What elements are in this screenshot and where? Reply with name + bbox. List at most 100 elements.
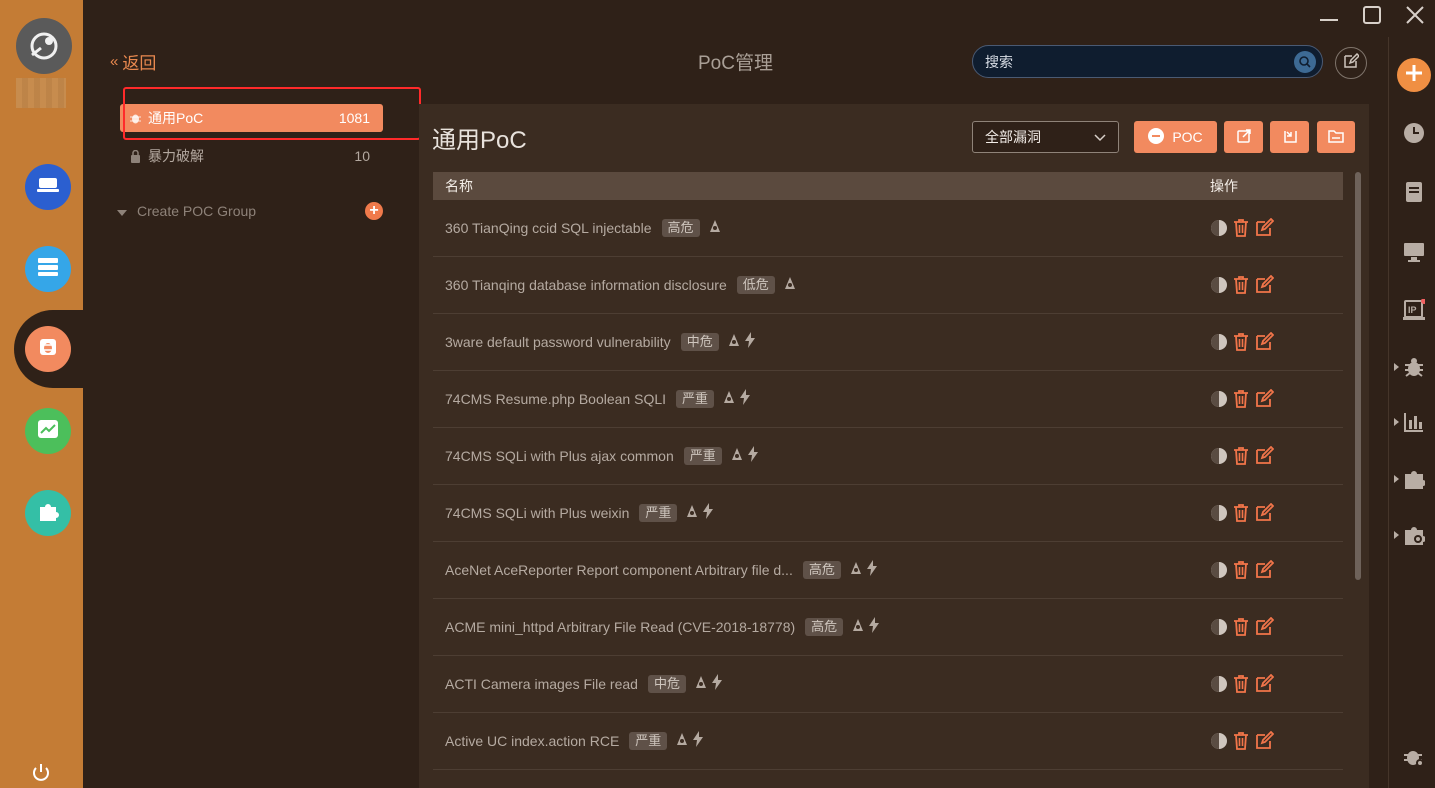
bar-chart-icon[interactable] xyxy=(1402,410,1426,434)
row-actions xyxy=(1210,445,1275,471)
folder-button[interactable] xyxy=(1317,121,1355,153)
search-input[interactable] xyxy=(985,53,1294,70)
delete-icon[interactable] xyxy=(1231,731,1251,756)
delete-icon[interactable] xyxy=(1231,560,1251,585)
severity-badge: 高危 xyxy=(805,618,844,636)
table-row[interactable]: ACME mini_httpd Arbitrary File Read (CVE… xyxy=(433,599,1343,656)
edit-icon[interactable] xyxy=(1254,559,1275,585)
vuln-bug-icon[interactable] xyxy=(1402,355,1426,379)
severity-badge: 严重 xyxy=(676,390,715,408)
table-row[interactable]: 74CMS SQLi with Plus weixin 严重 xyxy=(433,485,1343,542)
rail-assets-button[interactable] xyxy=(25,246,71,292)
search-bar[interactable] xyxy=(972,45,1323,78)
delete-icon[interactable] xyxy=(1231,674,1251,699)
minimize-icon xyxy=(1320,8,1338,26)
expand-arrow-icon[interactable] xyxy=(1394,418,1399,426)
import-button[interactable] xyxy=(1270,121,1309,153)
table-row[interactable]: Active UC index.action RCE 严重 xyxy=(433,713,1343,770)
table-scrollbar[interactable] xyxy=(1355,172,1361,580)
server-list-icon xyxy=(37,257,59,282)
back-button[interactable]: « 返回 xyxy=(110,49,156,74)
history-icon[interactable] xyxy=(1402,121,1426,145)
minimize-button[interactable] xyxy=(1316,6,1342,28)
close-button[interactable] xyxy=(1402,5,1428,28)
rail-dashboard-button[interactable] xyxy=(25,164,71,210)
expand-arrow-icon[interactable] xyxy=(1394,475,1399,483)
column-name: 名称 xyxy=(445,178,473,194)
edit-icon[interactable] xyxy=(1254,331,1275,357)
run-toggle-icon[interactable] xyxy=(1210,219,1228,242)
maximize-button[interactable] xyxy=(1359,5,1385,28)
table-row[interactable]: 3ware default password vulnerability 中危 xyxy=(433,314,1343,371)
add-poc-button[interactable]: POC xyxy=(1134,121,1217,153)
debug-bug-icon[interactable] xyxy=(1402,745,1426,769)
edit-icon[interactable] xyxy=(1254,274,1275,300)
run-toggle-icon[interactable] xyxy=(1210,732,1228,755)
run-toggle-icon[interactable] xyxy=(1210,561,1228,584)
poc-name: 3ware default password vulnerability xyxy=(445,334,671,350)
export-button[interactable] xyxy=(1224,121,1263,153)
ip-icon[interactable]: IP xyxy=(1402,298,1426,322)
severity-filter-select[interactable]: 全部漏洞 xyxy=(972,121,1119,153)
user-icon xyxy=(685,504,699,523)
search-icon[interactable] xyxy=(1294,50,1316,73)
puzzle-icon[interactable] xyxy=(1402,467,1426,491)
user-icon xyxy=(849,561,863,580)
run-toggle-icon[interactable] xyxy=(1210,447,1228,470)
expand-arrow-icon[interactable] xyxy=(1394,531,1399,539)
severity-badge: 低危 xyxy=(736,276,775,294)
table-row[interactable]: 74CMS Resume.php Boolean SQLI 严重 xyxy=(433,371,1343,428)
edit-icon[interactable] xyxy=(1254,616,1275,642)
bolt-icon xyxy=(744,331,755,353)
edit-icon[interactable] xyxy=(1254,673,1275,699)
document-icon[interactable] xyxy=(1402,180,1426,204)
add-task-button[interactable] xyxy=(1397,58,1431,92)
double-chevron-left-icon: « xyxy=(110,53,119,70)
run-toggle-icon[interactable] xyxy=(1210,504,1228,527)
run-toggle-icon[interactable] xyxy=(1210,333,1228,356)
group-item-brute-force[interactable]: 暴力破解 10 xyxy=(120,142,383,170)
power-icon[interactable] xyxy=(30,762,52,784)
run-toggle-icon[interactable] xyxy=(1210,276,1228,299)
rail-monitor-button[interactable] xyxy=(25,408,71,454)
left-rail xyxy=(0,0,94,788)
add-group-button[interactable]: + xyxy=(365,202,383,220)
delete-icon[interactable] xyxy=(1231,503,1251,528)
edit-icon[interactable] xyxy=(1254,502,1275,528)
poc-name: 74CMS Resume.php Boolean SQLI xyxy=(445,391,667,407)
edit-icon[interactable] xyxy=(1254,445,1275,471)
create-poc-group[interactable]: Create POC Group + xyxy=(117,201,383,221)
add-poc-label: POC xyxy=(1172,129,1203,145)
delete-icon[interactable] xyxy=(1231,332,1251,357)
page-title: PoC管理 xyxy=(698,53,773,74)
group-label: 暴力破解 xyxy=(148,148,204,164)
monitor-icon xyxy=(37,176,59,199)
delete-icon[interactable] xyxy=(1231,275,1251,300)
table-row[interactable]: 360 Tianqing database information disclo… xyxy=(433,257,1343,314)
table-row[interactable]: AceNet AceReporter Report component Arbi… xyxy=(433,542,1343,599)
header-edit-button[interactable] xyxy=(1335,47,1367,79)
rail-plugins-button[interactable] xyxy=(25,490,71,536)
rail-poc-button[interactable] xyxy=(25,326,71,372)
delete-icon[interactable] xyxy=(1231,446,1251,471)
table-row[interactable]: 360 TianQing ccid SQL injectable 高危 xyxy=(433,200,1343,257)
expand-arrow-icon[interactable] xyxy=(1394,363,1399,371)
delete-icon[interactable] xyxy=(1231,617,1251,642)
edit-icon[interactable] xyxy=(1254,217,1275,243)
run-toggle-icon[interactable] xyxy=(1210,675,1228,698)
selection-highlight xyxy=(123,87,421,140)
panel-title: 通用PoC xyxy=(432,127,527,154)
edit-icon[interactable] xyxy=(1254,730,1275,756)
plus-icon xyxy=(1404,63,1424,88)
desktop-icon[interactable] xyxy=(1402,240,1426,264)
run-toggle-icon[interactable] xyxy=(1210,618,1228,641)
table-row[interactable]: ACTI Camera images File read 中危 xyxy=(433,656,1343,713)
plugin-settings-icon[interactable] xyxy=(1402,523,1426,547)
delete-icon[interactable] xyxy=(1231,389,1251,414)
severity-badge: 中危 xyxy=(680,333,719,351)
table-row[interactable]: 74CMS SQLi with Plus ajax common 严重 xyxy=(433,428,1343,485)
edit-icon[interactable] xyxy=(1254,388,1275,414)
delete-icon[interactable] xyxy=(1231,218,1251,243)
folder-icon xyxy=(1328,129,1344,146)
run-toggle-icon[interactable] xyxy=(1210,390,1228,413)
